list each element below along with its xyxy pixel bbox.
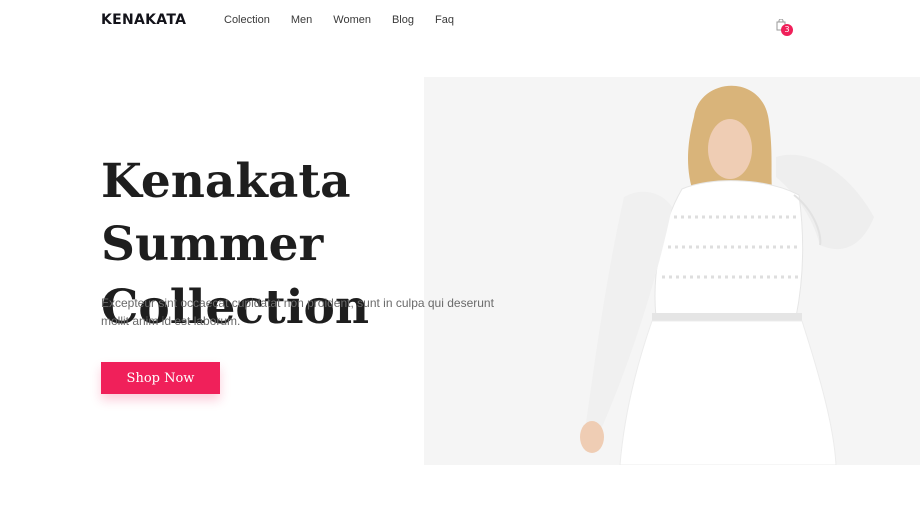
cart-count-badge: 3 — [781, 24, 793, 36]
hero-title-line-1: Kenakata Summer — [101, 154, 351, 272]
nav-item-faq[interactable]: Faq — [435, 14, 454, 26]
nav-item-collection[interactable]: Colection — [224, 14, 270, 26]
nav-item-men[interactable]: Men — [291, 14, 312, 26]
shop-now-button[interactable]: Shop Now — [101, 362, 220, 394]
nav-item-women[interactable]: Women — [333, 14, 371, 26]
main-nav: Colection Men Women Blog Faq — [224, 14, 475, 26]
hero-description: Excepteur sint occaecat cupidatat non pr… — [101, 296, 494, 328]
site-logo[interactable]: KENAKATA — [101, 12, 186, 28]
cart-button[interactable]: 3 — [776, 19, 796, 39]
nav-item-blog[interactable]: Blog — [392, 14, 414, 26]
